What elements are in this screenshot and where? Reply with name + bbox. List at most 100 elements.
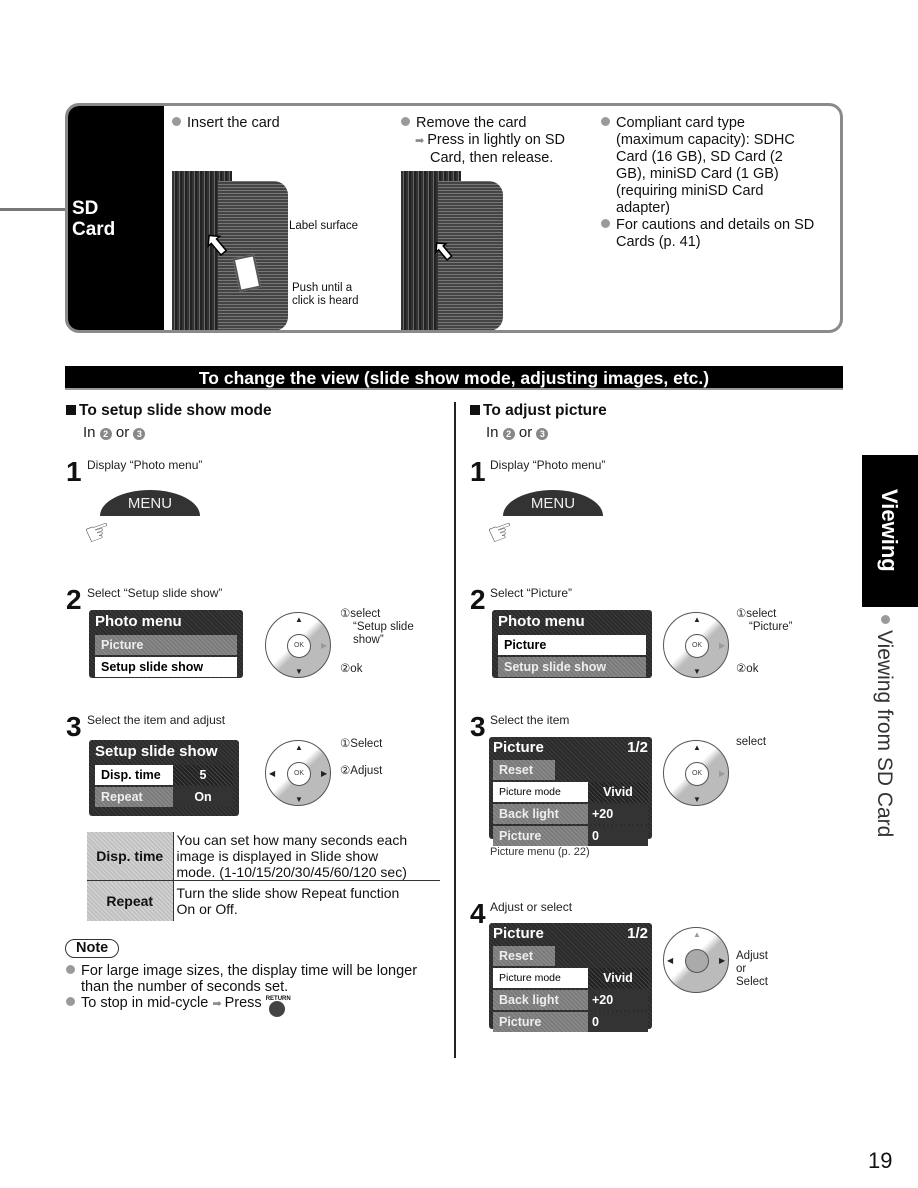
step-number: 3 bbox=[66, 711, 82, 742]
dpad-label-select: ①Select bbox=[340, 738, 383, 750]
down-arrow-icon: ▼ bbox=[693, 667, 701, 676]
table-key: Disp. time bbox=[87, 832, 174, 881]
menu-item-setup-slide-show[interactable]: Setup slide show bbox=[95, 657, 237, 677]
right-arrow-icon: ▶ bbox=[321, 769, 328, 778]
bullet-icon bbox=[66, 965, 75, 974]
label-surface-callout: Label surface bbox=[289, 220, 359, 232]
remove-card-block: Remove the card ➡ Press in lightly on SD … bbox=[401, 115, 565, 167]
step-text: Adjust or select bbox=[490, 900, 573, 914]
remote-dpad: ▲ ◀ ▶ bbox=[663, 927, 729, 993]
menu-row-reset[interactable]: Reset bbox=[493, 760, 555, 780]
table-key: Repeat bbox=[87, 880, 174, 921]
up-arrow-icon: ▲ bbox=[693, 743, 701, 752]
dpad-label-adjust: ②Adjust bbox=[340, 765, 383, 777]
ok-button-icon: OK bbox=[287, 634, 311, 658]
step-text: Select “Setup slide show” bbox=[87, 586, 223, 600]
menu-row-back-light[interactable]: Back light +20 bbox=[493, 990, 648, 1010]
section-banner: To change the view (slide show mode, adj… bbox=[65, 366, 843, 390]
menu-button: MENU bbox=[503, 490, 603, 516]
column-divider bbox=[454, 402, 456, 1058]
bullet-icon bbox=[601, 219, 610, 228]
right-arrow-icon: ▶ bbox=[321, 641, 328, 650]
viewing-section-tab[interactable]: Viewing bbox=[862, 455, 918, 607]
up-arrow-icon: ▲ bbox=[295, 615, 303, 624]
menu-row-repeat[interactable]: Repeat On bbox=[95, 787, 233, 807]
menu-button: MENU bbox=[100, 490, 200, 516]
step-text: Display “Photo menu” bbox=[490, 458, 606, 472]
setup-slideshow-screen: Setup slide show Disp. time 5 Repeat On bbox=[89, 740, 239, 816]
up-arrow-icon: ▲ bbox=[693, 615, 701, 624]
push-callout: Push until a click is heard bbox=[292, 282, 359, 307]
bullet-icon bbox=[601, 117, 610, 126]
table-row: Repeat Turn the slide show Repeat functi… bbox=[87, 880, 440, 921]
settings-info-table: Disp. time You can set how many seconds … bbox=[87, 832, 440, 921]
pointing-hand-icon: ☞ bbox=[483, 512, 520, 553]
menu-row-picture-mode[interactable]: Picture mode Vivid bbox=[493, 968, 648, 988]
left-arrow-icon: ◀ bbox=[667, 956, 674, 965]
left-arrow-icon: ◀ bbox=[269, 769, 276, 778]
menu-row-disp-time[interactable]: Disp. time 5 bbox=[95, 765, 233, 785]
menu-row-picture[interactable]: Picture 0 bbox=[493, 826, 648, 846]
photo-menu-screen: Photo menu Picture Setup slide show bbox=[492, 610, 652, 678]
remote-dpad: ▲ ▼ ▶ OK bbox=[663, 740, 729, 806]
ok-button-icon: OK bbox=[685, 762, 709, 786]
remote-dpad: ▲ ▼ ◀ ▶ OK bbox=[265, 740, 331, 806]
menu-item-picture[interactable]: Picture bbox=[95, 635, 237, 655]
dpad-label-ok: ②ok bbox=[340, 663, 363, 675]
step-text: Select the item bbox=[490, 713, 570, 727]
ok-button-icon: OK bbox=[685, 634, 709, 658]
right-arrow-icon: ▶ bbox=[719, 641, 726, 650]
step-text: Display “Photo menu” bbox=[87, 458, 203, 472]
menu-row-reset[interactable]: Reset bbox=[493, 946, 555, 966]
insert-card-heading: Insert the card bbox=[172, 115, 280, 132]
right-arrow-icon: ▶ bbox=[719, 769, 726, 778]
menu-row-back-light[interactable]: Back light +20 bbox=[493, 804, 648, 824]
dpad-label-adjust-select: Adjust or Select bbox=[736, 950, 768, 988]
return-button-icon: RETURN bbox=[266, 996, 291, 1019]
menu-item-picture[interactable]: Picture bbox=[498, 635, 646, 655]
down-arrow-icon: ▼ bbox=[295, 667, 303, 676]
arrow-right-icon: ➡ bbox=[212, 998, 222, 1010]
step-text: Select “Picture” bbox=[490, 586, 573, 600]
down-arrow-icon: ▼ bbox=[295, 795, 303, 804]
step-text: Select the item and adjust bbox=[87, 713, 226, 727]
sd-card-tab: SD Card bbox=[68, 106, 164, 330]
note-label: Note bbox=[65, 939, 120, 958]
setup-slideshow-title: To setup slide show mode bbox=[66, 402, 272, 420]
step-number: 2 bbox=[470, 584, 486, 615]
remote-dpad: ▲ ▼ ▶ OK bbox=[265, 612, 331, 678]
dpad-label-ok: ②ok bbox=[736, 663, 759, 675]
step-circle-icon: 3 bbox=[536, 428, 549, 440]
page-number: 19 bbox=[868, 1148, 893, 1173]
ok-button-icon bbox=[685, 949, 709, 973]
pointing-hand-icon: ☞ bbox=[80, 512, 117, 553]
menu-item-setup-slide-show[interactable]: Setup slide show bbox=[498, 657, 646, 677]
bullet-icon bbox=[401, 117, 410, 126]
square-bullet-icon bbox=[470, 405, 480, 415]
up-arrow-icon: ▲ bbox=[295, 743, 303, 752]
step-number: 4 bbox=[470, 898, 486, 929]
section-subtitle: Viewing from SD Card bbox=[872, 615, 896, 837]
sd-card-panel: SD Card Insert the card ⬆ Label surface … bbox=[65, 103, 843, 333]
arrow-right-icon: ➡ bbox=[415, 135, 425, 147]
bullet-icon bbox=[66, 997, 75, 1006]
picture-menu-screen: Picture 1/2 Reset Picture mode Vivid Back … bbox=[489, 737, 652, 846]
step-number: 2 bbox=[66, 584, 82, 615]
bullet-icon bbox=[172, 117, 181, 126]
square-bullet-icon bbox=[66, 405, 76, 415]
step-circle-icon: 2 bbox=[502, 428, 515, 440]
remote-dpad: ▲ ▼ ▶ OK bbox=[663, 612, 729, 678]
table-row: Disp. time You can set how many seconds … bbox=[87, 832, 440, 881]
step-number: 3 bbox=[470, 711, 486, 742]
menu-row-picture[interactable]: Picture 0 bbox=[493, 1012, 648, 1032]
picture-menu-caption: Picture menu (p. 22) bbox=[490, 846, 590, 858]
right-arrow-icon: ▶ bbox=[719, 956, 726, 965]
step-number: 1 bbox=[470, 456, 486, 487]
ok-button-icon: OK bbox=[287, 762, 311, 786]
connector-line bbox=[0, 208, 68, 211]
menu-row-picture-mode[interactable]: Picture mode Vivid bbox=[493, 782, 648, 802]
mode-hint: In 2 or 3 bbox=[486, 424, 549, 441]
sd-tab-label-1: SD bbox=[72, 198, 99, 219]
down-arrow-icon: ▼ bbox=[693, 795, 701, 804]
sd-tab-label-2: Card bbox=[72, 219, 116, 240]
